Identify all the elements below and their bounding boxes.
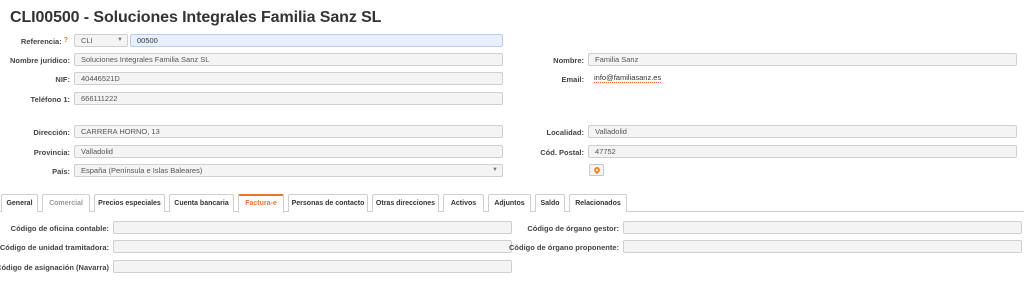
direccion-label: Dirección: (33, 128, 70, 137)
pais-label: País: (52, 167, 70, 176)
tab-activos[interactable]: Activos (443, 194, 484, 212)
pais-select[interactable]: España (Península e Islas Baleares) ▼ (74, 164, 503, 177)
email-label: Email: (561, 75, 584, 84)
nombre-juridico-label: Nombre jurídico: (9, 56, 70, 65)
asignacion-label: Código de asignación (Navarra) (0, 263, 109, 272)
asignacion-input[interactable] (113, 260, 512, 273)
referencia-label: Referencia:? (21, 37, 68, 46)
tab-comercial[interactable]: Comercial (42, 194, 90, 212)
page-title: CLI00500 - Soluciones Integrales Familia… (10, 9, 382, 26)
oficina-contable-input[interactable] (113, 221, 512, 234)
provincia-input[interactable]: Valladolid (74, 145, 503, 158)
organo-proponente-input[interactable] (623, 240, 1022, 253)
provincia-label: Provincia: (33, 148, 70, 157)
referencia-input[interactable]: 00500 (130, 34, 503, 47)
nif-input[interactable]: 40446521D (74, 72, 503, 85)
localidad-input[interactable]: Valladolid (588, 125, 1017, 138)
tab-factura-e[interactable]: Factura-e (238, 194, 284, 213)
tab-personas-de-contacto[interactable]: Personas de contacto (288, 194, 368, 212)
email-field[interactable]: info@familiasanz.es (588, 72, 1017, 85)
tab-cuenta-bancaria[interactable]: Cuenta bancaria (169, 194, 234, 212)
referencia-label-text: Referencia: (20, 37, 62, 46)
referencia-prefix-select[interactable]: CLI ▼ (74, 34, 128, 47)
organo-gestor-label: Código de órgano gestor: (527, 224, 619, 233)
nombre-juridico-input[interactable]: Soluciones Integrales Familia Sanz SL (74, 53, 503, 66)
nombre-label: Nombre: (553, 56, 584, 65)
telefono-input[interactable]: 666111222 (74, 92, 503, 105)
organo-gestor-input[interactable] (623, 221, 1022, 234)
localidad-label: Localidad: (546, 128, 584, 137)
direccion-input[interactable]: CARRERA HORNO, 13 (74, 125, 503, 138)
map-location-button[interactable] (589, 164, 604, 176)
unidad-tramitadora-label: Código de unidad tramitadora: (0, 243, 109, 252)
required-mark: ? (63, 37, 68, 44)
tab-saldo[interactable]: Saldo (535, 194, 565, 212)
chevron-down-icon: ▼ (492, 167, 498, 173)
tab-relacionados[interactable]: Relacionados (569, 194, 627, 212)
pais-value: España (Península e Islas Baleares) (81, 166, 203, 175)
tab-precios-especiales[interactable]: Precios especiales (94, 194, 165, 212)
nombre-input[interactable]: Familia Sanz (588, 53, 1017, 66)
tab-adjuntos[interactable]: Adjuntos (488, 194, 531, 212)
referencia-prefix-value: CLI (81, 36, 93, 45)
map-pin-icon (592, 165, 602, 175)
cod-postal-label: Cód. Postal: (540, 148, 584, 157)
tab-otras-direcciones[interactable]: Otras direcciones (372, 194, 439, 212)
unidad-tramitadora-input[interactable] (113, 240, 512, 253)
oficina-contable-label: Código de oficina contable: (10, 224, 109, 233)
telefono-label: Teléfono 1: (30, 95, 70, 104)
tab-general[interactable]: General (1, 194, 38, 212)
cod-postal-input[interactable]: 47752 (588, 145, 1017, 158)
organo-proponente-label: Código de órgano proponente: (509, 243, 619, 252)
tab-bar: General Comercial Precios especiales Cue… (0, 194, 1024, 213)
chevron-down-icon: ▼ (117, 37, 123, 43)
email-link[interactable]: info@familiasanz.es (594, 73, 662, 83)
nif-label: NIF: (55, 75, 70, 84)
